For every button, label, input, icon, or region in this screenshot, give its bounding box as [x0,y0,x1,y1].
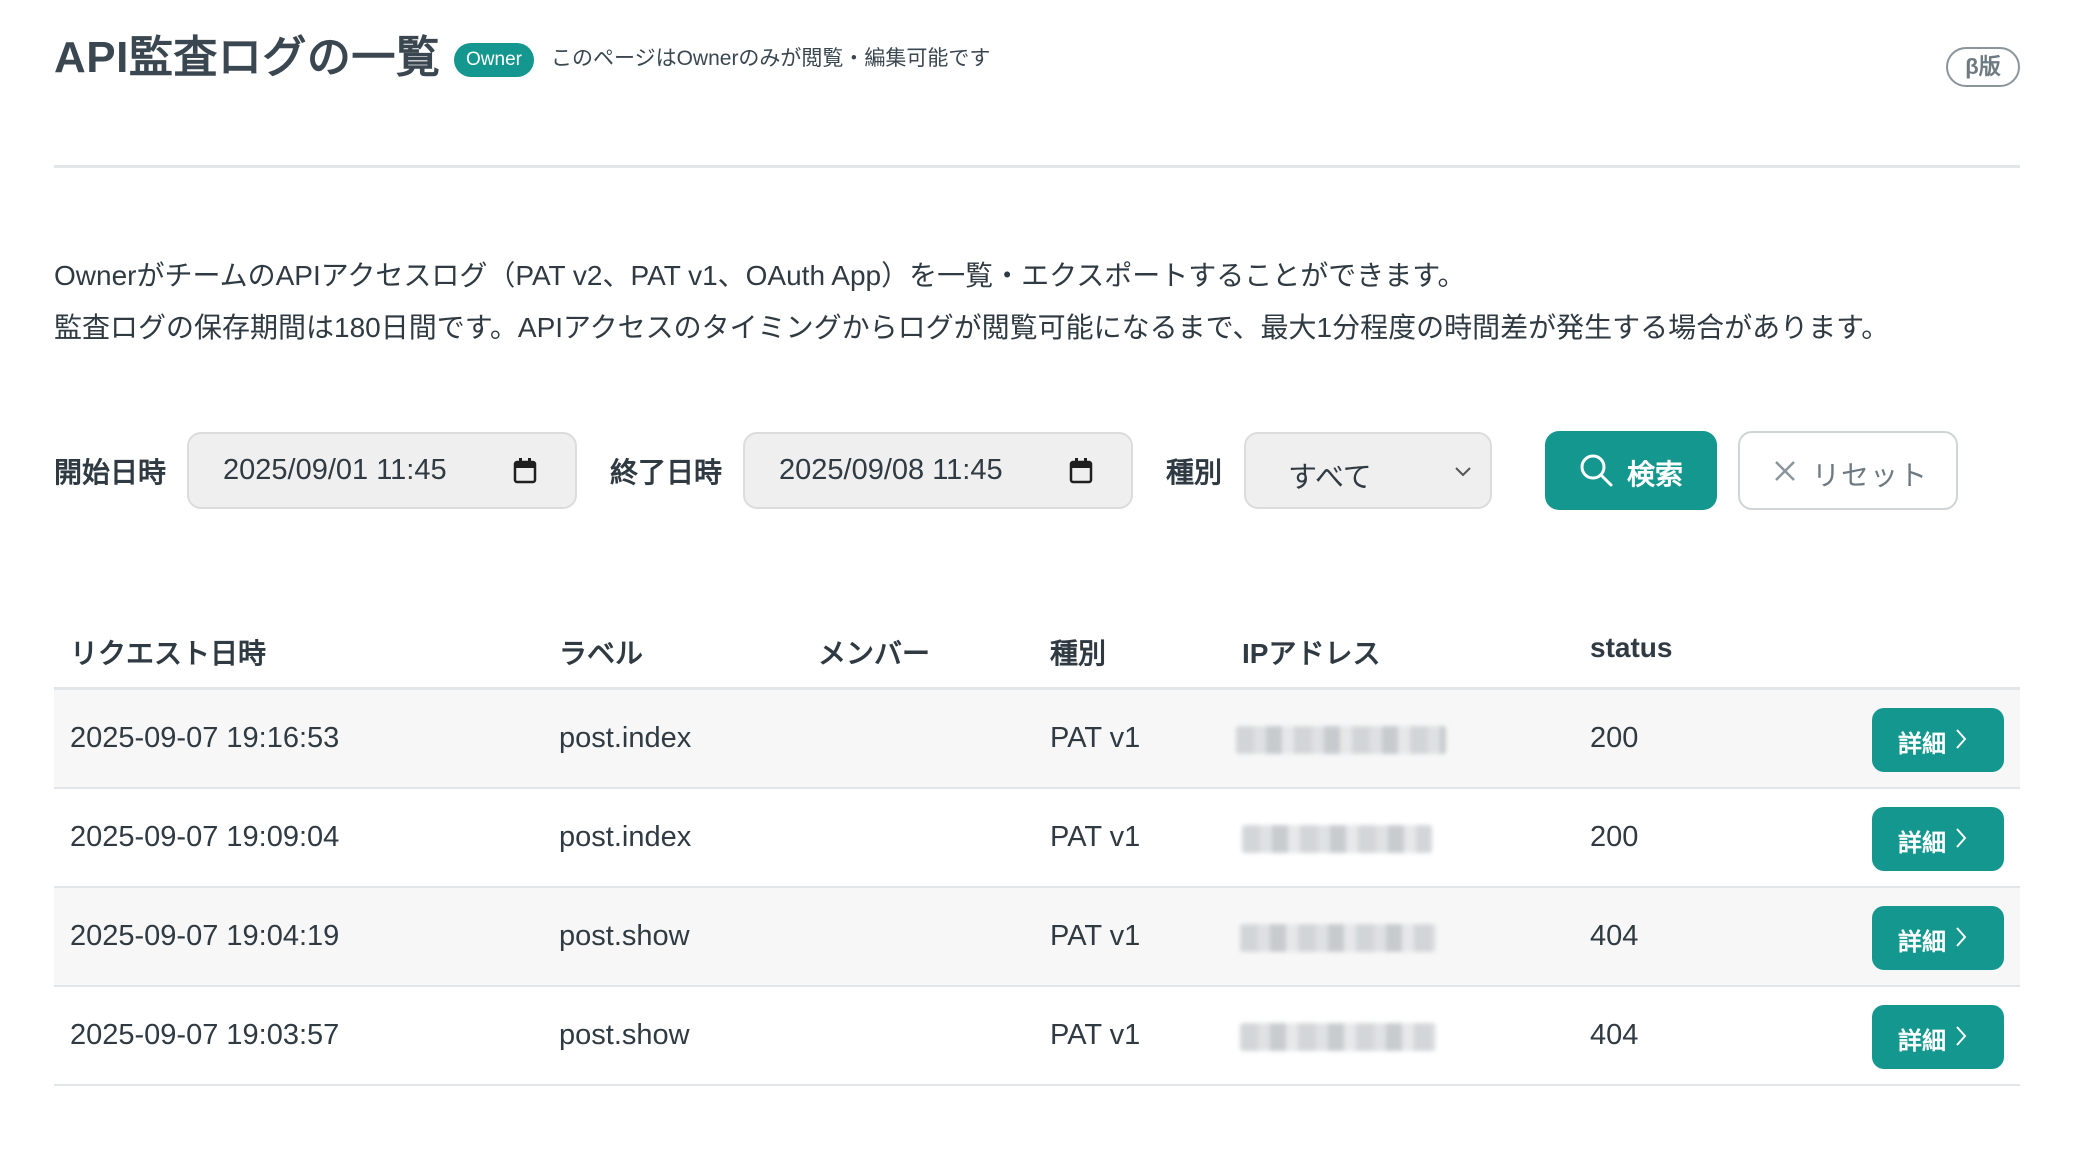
table-row: 2025-09-07 19:09:04 post.index PAT v1 20… [54,789,2020,888]
cell-ip-redacted [1242,825,1432,853]
cell-status: 200 [1590,821,1639,853]
cell-status: 404 [1590,1019,1639,1051]
cell-datetime: 2025-09-07 19:04:19 [70,920,340,952]
owner-note: このページはOwnerのみが閲覧・編集可能です [551,47,991,70]
chevron-right-icon [1956,729,1967,749]
header-type: 種別 [1050,638,1107,669]
detail-button[interactable]: 詳細 [1872,1005,2004,1069]
beta-badge: β版 [1946,47,2020,87]
detail-button[interactable]: 詳細 [1872,708,2004,772]
detail-button[interactable]: 詳細 [1872,906,2004,970]
cell-label: post.index [559,821,692,853]
detail-button-label: 詳細 [1898,830,1946,857]
chevron-down-icon [1455,467,1471,477]
end-datetime-input[interactable]: 2025/09/08 11:45 [743,432,1133,509]
type-filter-label: 種別 [1166,457,1223,488]
start-datetime-label: 開始日時 [54,457,167,488]
cell-label: post.show [559,1019,690,1051]
cell-status: 404 [1590,920,1639,952]
close-icon [1775,461,1795,481]
detail-button-label: 詳細 [1898,731,1946,758]
cell-datetime: 2025-09-07 19:03:57 [70,1019,340,1051]
end-datetime-label: 終了日時 [610,457,723,488]
table-row: 2025-09-07 19:16:53 post.index PAT v1 20… [54,690,2020,789]
cell-label: post.show [559,920,690,952]
cell-type: PAT v1 [1050,821,1141,853]
description: OwnerがチームのAPIアクセスログ（PAT v2、PAT v1、OAuth … [54,250,1889,354]
type-select-value: すべて [1288,462,1372,494]
detail-button-label: 詳細 [1898,929,1946,956]
chevron-right-icon [1956,1026,1967,1046]
table-row: 2025-09-07 19:03:57 post.show PAT v1 404… [54,987,2020,1086]
cell-ip-redacted [1236,726,1446,754]
header-status: status [1590,632,1673,663]
cell-status: 200 [1590,722,1639,754]
calendar-icon[interactable] [513,458,537,484]
table-row: 2025-09-07 19:04:19 post.show PAT v1 404… [54,888,2020,987]
end-datetime-value: 2025/09/08 11:45 [779,454,1003,486]
header-datetime: リクエスト日時 [70,638,267,669]
header-divider [54,165,2020,168]
reset-button-label: リセット [1812,460,1929,491]
description-line-2: 監査ログの保存期間は180日間です。APIアクセスのタイミングからログが閲覧可能… [54,312,1890,343]
header-ip: IPアドレス [1242,638,1381,669]
header-member: メンバー [818,638,931,669]
cell-datetime: 2025-09-07 19:09:04 [70,821,340,853]
search-icon [1580,454,1613,487]
audit-log-table: リクエスト日時 ラベル メンバー 種別 IPアドレス status 2025-0… [54,610,2020,1086]
cell-ip-redacted [1240,924,1436,952]
header-label: ラベル [559,638,644,669]
search-button[interactable]: 検索 [1545,431,1717,510]
page-title: API監査ログの一覧 [54,33,441,82]
start-datetime-value: 2025/09/01 11:45 [223,454,447,486]
cell-label: post.index [559,722,692,754]
table-header: リクエスト日時 ラベル メンバー 種別 IPアドレス status [54,610,2020,690]
search-button-label: 検索 [1627,459,1684,490]
cell-type: PAT v1 [1050,920,1141,952]
owner-badge: Owner [454,43,534,77]
page-header: API監査ログの一覧 Owner このページはOwnerのみが閲覧・編集可能です… [54,28,2020,88]
chevron-right-icon [1956,927,1967,947]
reset-button[interactable]: リセット [1738,431,1958,510]
calendar-icon[interactable] [1069,458,1093,484]
cell-datetime: 2025-09-07 19:16:53 [70,722,340,754]
chevron-right-icon [1956,828,1967,848]
start-datetime-input[interactable]: 2025/09/01 11:45 [187,432,577,509]
cell-type: PAT v1 [1050,722,1141,754]
cell-type: PAT v1 [1050,1019,1141,1051]
detail-button[interactable]: 詳細 [1872,807,2004,871]
description-line-1: OwnerがチームのAPIアクセスログ（PAT v2、PAT v1、OAuth … [54,260,1466,291]
type-select[interactable]: すべて [1244,432,1492,509]
detail-button-label: 詳細 [1898,1028,1946,1055]
cell-ip-redacted [1240,1023,1436,1051]
